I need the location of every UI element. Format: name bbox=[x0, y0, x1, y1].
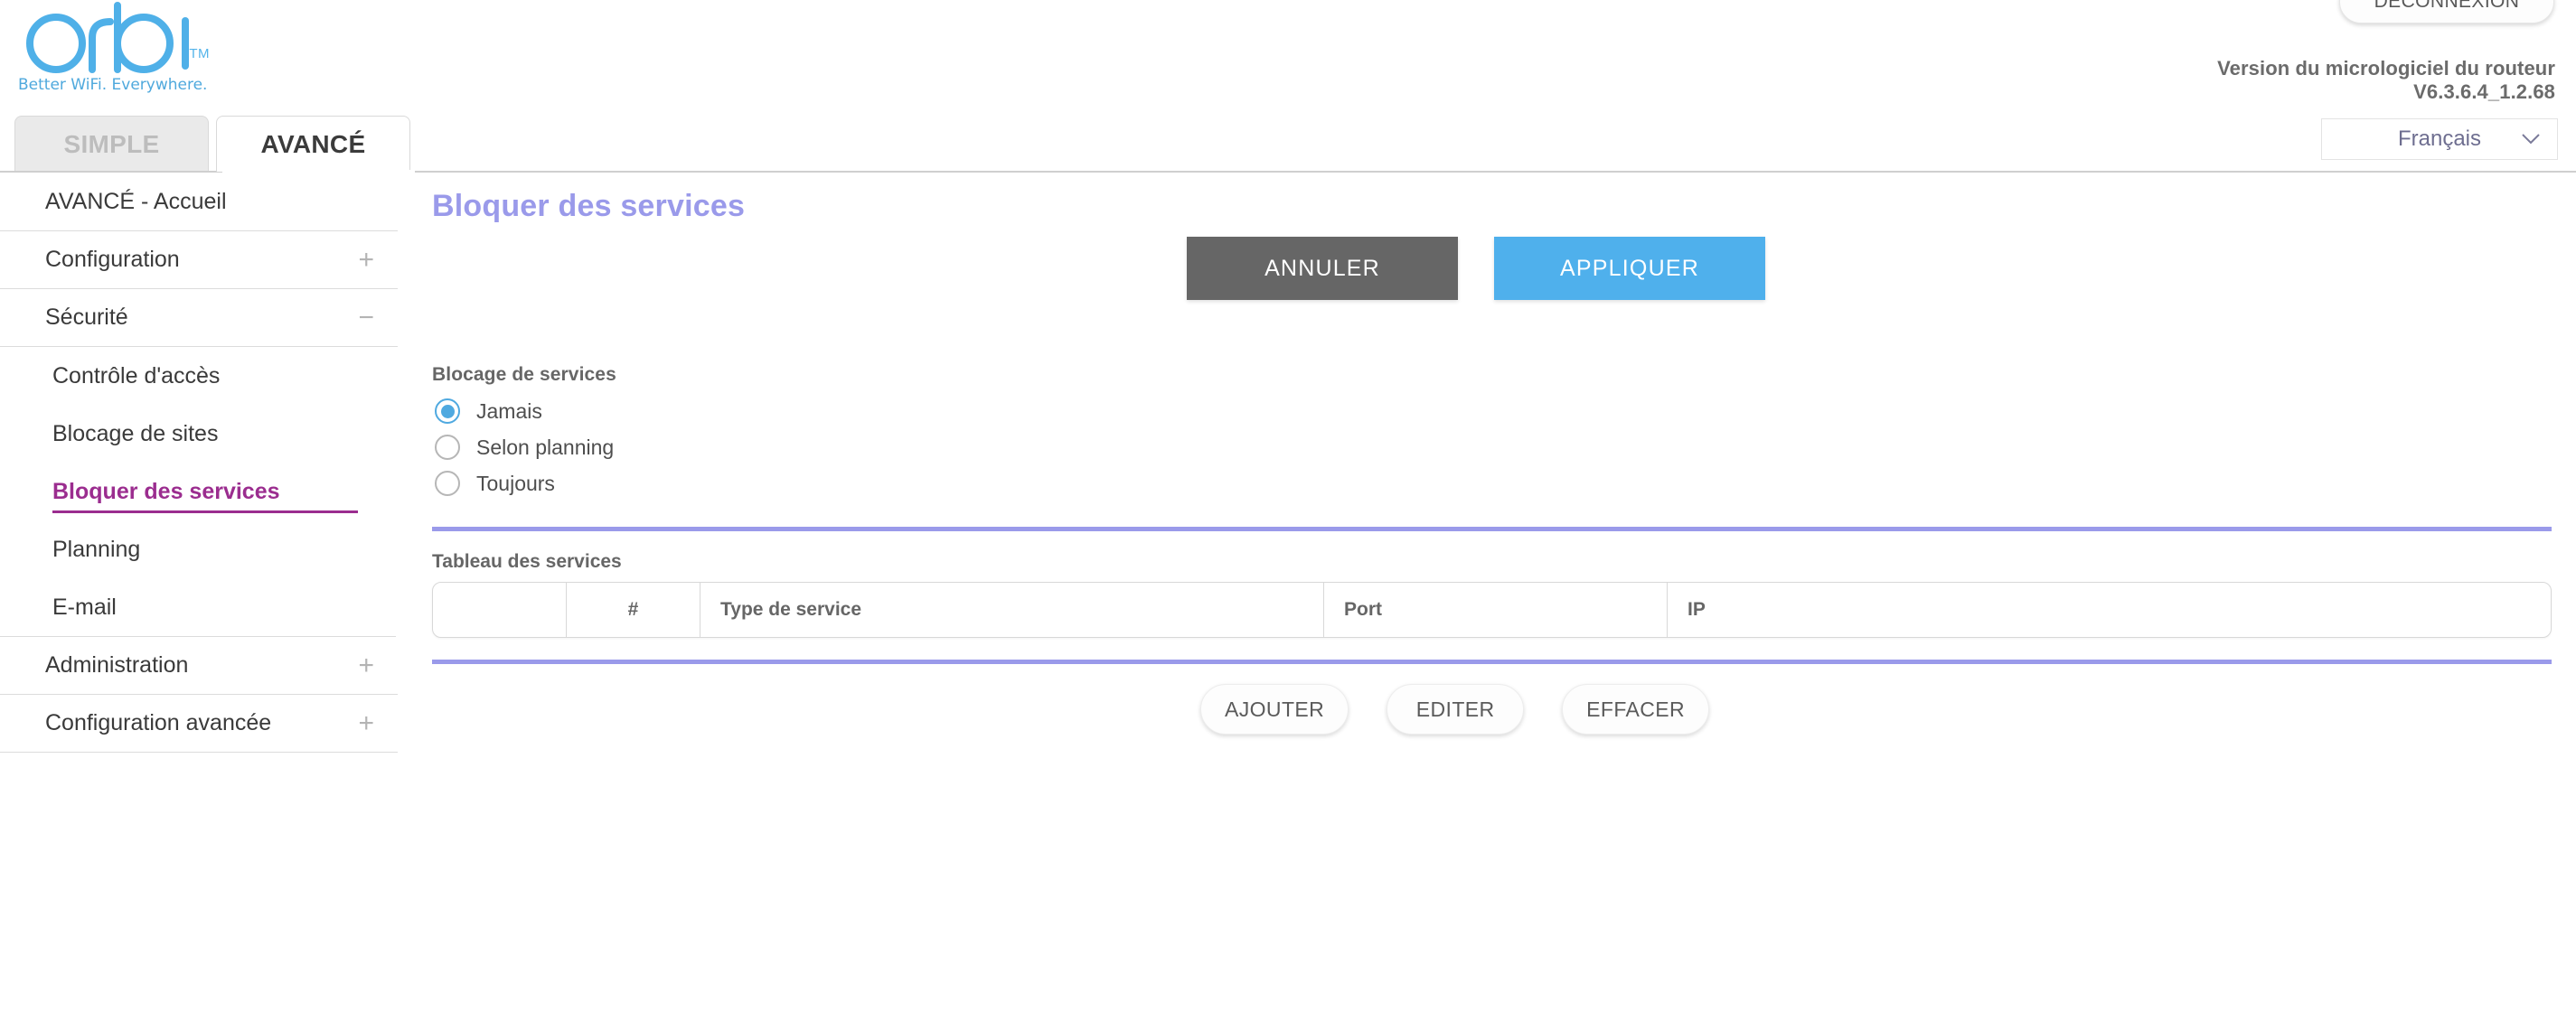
table-header-select bbox=[433, 583, 567, 637]
section-divider-top bbox=[432, 527, 2552, 531]
sidebar-item-label: Bloquer des services bbox=[52, 478, 280, 504]
services-table-label: Tableau des services bbox=[432, 551, 622, 572]
sidebar-item-label: Sécurité bbox=[45, 304, 128, 330]
minus-icon[interactable]: − bbox=[358, 304, 374, 332]
plus-icon[interactable]: + bbox=[358, 651, 374, 679]
table-action-buttons: AJOUTER EDITER EFFACER bbox=[1200, 684, 2576, 735]
apply-button[interactable]: APPLIQUER bbox=[1494, 237, 1765, 300]
active-tab-join bbox=[222, 170, 415, 173]
sidebar-item-bloquer-des-services[interactable]: Bloquer des services bbox=[0, 463, 398, 520]
radio-option-label: Jamais bbox=[476, 398, 542, 423]
sidebar-item-label: Configuration bbox=[45, 247, 180, 272]
edit-button-label: EDITER bbox=[1415, 697, 1495, 721]
sidebar-item-label: Blocage de sites bbox=[52, 420, 219, 446]
radio-icon-selected[interactable] bbox=[435, 398, 460, 424]
radio-option-label: Toujours bbox=[476, 471, 555, 495]
radio-option-selon-planning[interactable]: Selon planning bbox=[432, 429, 2576, 465]
language-select[interactable]: Français bbox=[2321, 118, 2558, 160]
radio-option-jamais[interactable]: Jamais bbox=[432, 393, 2576, 429]
plus-icon[interactable]: + bbox=[358, 709, 374, 737]
radio-icon[interactable] bbox=[435, 471, 460, 496]
radio-icon[interactable] bbox=[435, 435, 460, 460]
table-header-port: Port bbox=[1324, 583, 1668, 637]
services-table: # Type de service Port IP bbox=[432, 582, 2552, 638]
cancel-button-label: ANNULER bbox=[1264, 255, 1380, 281]
edit-button[interactable]: EDITER bbox=[1387, 684, 1525, 735]
firmware-info: Version du micrologiciel du routeur V6.3… bbox=[1977, 57, 2555, 104]
table-header-number: # bbox=[567, 583, 700, 637]
tab-simple[interactable]: SIMPLE bbox=[14, 116, 209, 172]
sidebar-item-label: Administration bbox=[45, 652, 189, 678]
plus-icon[interactable]: + bbox=[358, 246, 374, 274]
apply-button-label: APPLIQUER bbox=[1560, 255, 1699, 281]
add-button[interactable]: AJOUTER bbox=[1200, 684, 1349, 735]
add-button-label: AJOUTER bbox=[1225, 697, 1325, 721]
sidebar-item-avance-accueil[interactable]: AVANCÉ - Accueil bbox=[0, 173, 398, 231]
sidebar-item-administration[interactable]: Administration + bbox=[0, 637, 398, 695]
orbi-wordmark: TM bbox=[16, 2, 210, 74]
orbi-router-admin-page: TM Better WiFi. Everywhere. DÉCONNEXION … bbox=[0, 0, 2576, 1030]
orbi-logo: TM Better WiFi. Everywhere. bbox=[16, 2, 210, 94]
tab-simple-label: SIMPLE bbox=[63, 129, 160, 158]
sidebar-item-email[interactable]: E-mail bbox=[0, 578, 398, 636]
radio-option-label: Selon planning bbox=[476, 435, 615, 459]
language-select-value: Français bbox=[2397, 126, 2482, 151]
radio-option-toujours[interactable]: Toujours bbox=[432, 465, 2576, 501]
tab-avance-label: AVANCÉ bbox=[260, 129, 366, 158]
firmware-version: V6.3.6.4_1.2.68 bbox=[2413, 80, 2555, 103]
service-blocking-radio-group: Jamais Selon planning Toujours bbox=[432, 393, 2576, 501]
main-content: Bloquer des services ANNULER APPLIQUER B… bbox=[432, 173, 2576, 735]
sidebar-item-label: E-mail bbox=[52, 594, 117, 620]
tab-avance[interactable]: AVANCÉ bbox=[216, 116, 410, 172]
logout-button[interactable]: DÉCONNEXION bbox=[2339, 0, 2554, 23]
form-action-buttons: ANNULER APPLIQUER bbox=[1187, 237, 1765, 300]
orbi-logo-icon bbox=[26, 2, 189, 73]
chevron-down-icon bbox=[2521, 126, 2541, 152]
sidebar-item-securite[interactable]: Sécurité − bbox=[0, 289, 398, 347]
sidebar-item-label: Contrôle d'accès bbox=[52, 362, 221, 389]
mode-tabs: SIMPLE AVANCÉ bbox=[14, 116, 410, 172]
sidebar-item-configuration[interactable]: Configuration + bbox=[0, 231, 398, 289]
sidebar-item-label: AVANCÉ - Accueil bbox=[45, 189, 227, 214]
firmware-label: Version du micrologiciel du routeur bbox=[2217, 57, 2555, 80]
sidebar-item-label: Planning bbox=[52, 536, 141, 562]
delete-button[interactable]: EFFACER bbox=[1562, 684, 1710, 735]
logout-button-label: DÉCONNEXION bbox=[2374, 0, 2520, 12]
section-divider-bottom bbox=[432, 660, 2552, 664]
blocking-section-label: Blocage de services bbox=[432, 364, 616, 385]
sidebar-item-label: Configuration avancée bbox=[45, 710, 272, 735]
brand-tagline: Better WiFi. Everywhere. bbox=[18, 76, 208, 94]
active-underline bbox=[52, 510, 358, 513]
sidebar-item-controle-dacces[interactable]: Contrôle d'accès bbox=[0, 347, 398, 405]
sidebar-item-planning[interactable]: Planning bbox=[0, 520, 398, 578]
delete-button-label: EFFACER bbox=[1586, 697, 1686, 721]
page-title: Bloquer des services bbox=[432, 189, 746, 223]
sidebar-item-blocage-de-sites[interactable]: Blocage de sites bbox=[0, 405, 398, 463]
table-header-ip: IP bbox=[1688, 599, 1706, 620]
trademark-symbol: TM bbox=[189, 46, 210, 61]
table-header-service-type: Type de service bbox=[700, 583, 1324, 637]
sidebar-item-configuration-avancee[interactable]: Configuration avancée + bbox=[0, 695, 398, 753]
cancel-button[interactable]: ANNULER bbox=[1187, 237, 1458, 300]
sidebar-nav: AVANCÉ - Accueil Configuration + Sécurit… bbox=[0, 173, 398, 753]
